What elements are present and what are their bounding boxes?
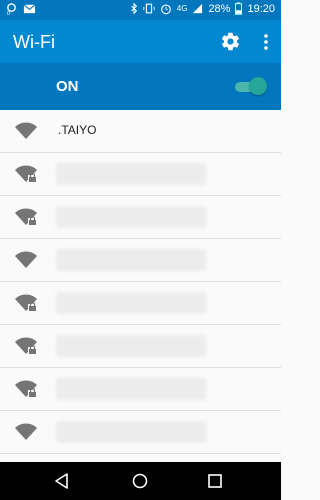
redacted-ssid — [56, 335, 206, 357]
data-saver-icon: 0 — [7, 3, 16, 15]
network-ssid: .TAIYO — [58, 123, 97, 137]
app-bar: Wi-Fi — [0, 20, 281, 63]
redacted-ssid — [56, 163, 206, 185]
network-type: 4G — [176, 4, 188, 13]
wifi-lock-icon — [15, 294, 37, 311]
redacted-ssid — [56, 249, 206, 271]
wifi-master-switch-bar[interactable]: ON — [0, 63, 281, 110]
clock: 19:20 — [247, 2, 275, 15]
redacted-ssid — [56, 292, 206, 314]
network-row[interactable] — [0, 282, 281, 325]
bluetooth-icon — [130, 2, 137, 15]
mail-icon — [23, 4, 36, 14]
alarm-icon — [160, 4, 171, 15]
network-row[interactable]: .TAIYO — [0, 110, 281, 153]
battery-level: 28% — [208, 2, 231, 15]
back-icon[interactable] — [53, 472, 71, 490]
battery-icon — [235, 2, 243, 15]
page-title: Wi-Fi — [13, 32, 55, 52]
wifi-lock-icon — [15, 165, 37, 182]
wifi-icon — [15, 122, 37, 139]
network-row[interactable] — [0, 325, 281, 368]
gear-icon[interactable] — [220, 31, 241, 52]
wifi-toggle[interactable] — [231, 77, 267, 96]
status-bar: 0 4G 28% 19:20 — [0, 0, 281, 20]
redacted-ssid — [56, 206, 206, 228]
network-row[interactable] — [0, 411, 281, 454]
recents-icon[interactable] — [206, 472, 224, 490]
toggle-thumb — [249, 77, 267, 95]
switch-label: ON — [56, 78, 79, 95]
wifi-icon — [15, 423, 37, 440]
network-row[interactable] — [0, 368, 281, 411]
wifi-icon — [15, 251, 37, 268]
lte-signal-icon — [193, 3, 203, 14]
svg-text:0: 0 — [7, 11, 10, 15]
network-list: .TAIYO — [0, 110, 281, 462]
network-row[interactable] — [0, 239, 281, 282]
more-vert-icon[interactable] — [261, 32, 271, 52]
navigation-bar — [0, 462, 281, 500]
home-icon[interactable] — [131, 472, 149, 490]
wifi-lock-icon — [15, 208, 37, 225]
network-row[interactable] — [0, 153, 281, 196]
wifi-lock-icon — [15, 337, 37, 354]
wifi-lock-icon — [15, 380, 37, 397]
vibrate-icon — [143, 3, 155, 14]
redacted-ssid — [56, 421, 206, 443]
network-row[interactable] — [0, 196, 281, 239]
redacted-ssid — [56, 378, 206, 400]
